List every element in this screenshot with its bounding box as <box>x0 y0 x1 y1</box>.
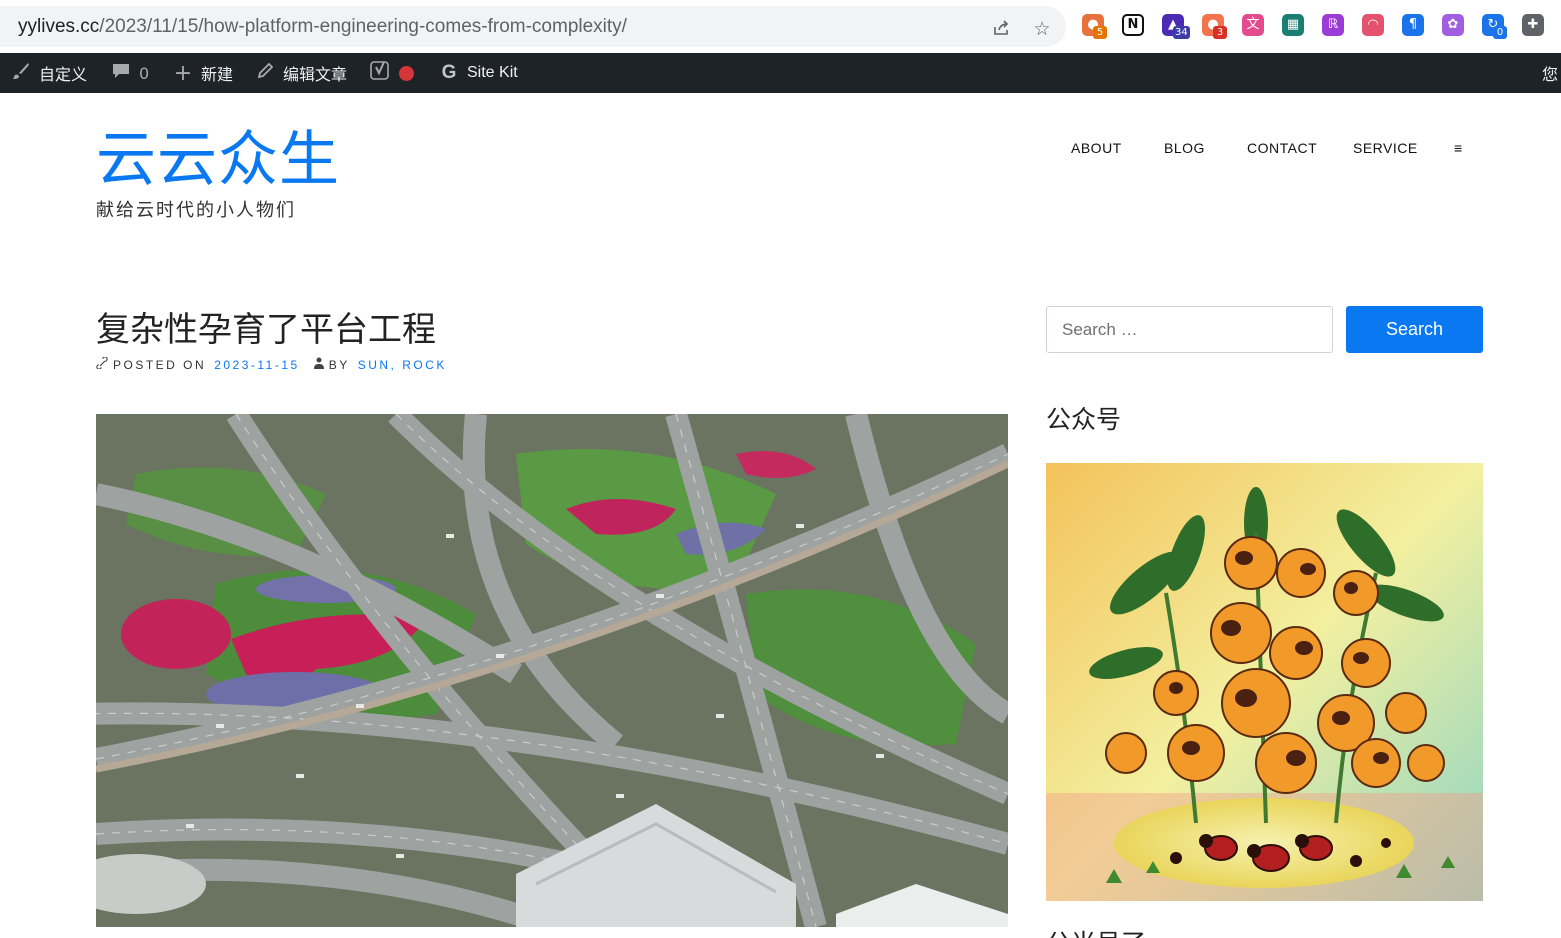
openai-ext-icon[interactable]: ✿ <box>1442 14 1464 36</box>
admin-new-label: 新建 <box>201 65 234 84</box>
link-icon <box>96 356 108 372</box>
notion-ext-icon[interactable]: N <box>1122 14 1144 36</box>
yoast-icon <box>370 60 392 87</box>
nav-menu-icon[interactable]: ≡ <box>1454 140 1463 156</box>
admin-customize[interactable]: 自定义 <box>10 53 87 93</box>
admin-edit-post[interactable]: 编辑文章 <box>254 53 347 93</box>
pencil-icon <box>254 62 276 85</box>
wp-admin-bar: 自定义 0 + 新建 编辑文章 G Site Kit 您 <box>0 53 1561 93</box>
wechat-qr-image <box>1046 463 1483 901</box>
admin-account[interactable]: 您 <box>1542 53 1558 93</box>
address-bar[interactable]: yylives.cc/2023/11/15/how-platform-engin… <box>0 6 1066 47</box>
grid-ext-icon[interactable]: ▦ <box>1282 14 1304 36</box>
post-featured-image <box>96 414 1008 927</box>
post-author-link[interactable]: SUN, ROCK <box>358 358 447 372</box>
url-path: /2023/11/15/how-platform-engineering-com… <box>99 16 627 37</box>
admin-yoast[interactable] <box>370 53 414 93</box>
plus-icon: + <box>173 60 193 86</box>
star-icon[interactable]: ☆ <box>1031 18 1053 40</box>
url-host: yylives.cc <box>18 16 100 37</box>
url-text[interactable]: yylives.cc/2023/11/15/how-platform-engin… <box>18 16 627 38</box>
post-meta: POSTED ON 2023-11-15 BY SUN, ROCK <box>96 356 447 372</box>
puzzle-ext-icon[interactable]: ✚ <box>1522 14 1544 36</box>
extension-badge: 34 <box>1173 26 1190 39</box>
admin-sitekit[interactable]: G Site Kit <box>438 53 518 93</box>
extension-badge: 0 <box>1493 26 1507 39</box>
lr-ext-icon[interactable]: ℝ <box>1322 14 1344 36</box>
brush-icon <box>10 62 32 85</box>
graduation-ext-icon[interactable]: ▲ 34 <box>1162 14 1190 39</box>
sync-ext-icon[interactable]: ↻ 0 <box>1482 14 1507 39</box>
admin-comments[interactable]: 0 <box>110 53 149 93</box>
extension-badge: 5 <box>1093 26 1107 39</box>
weibo-ext-icon[interactable]: ◠ <box>1362 14 1384 36</box>
widget-title-wechat: 公众号 <box>1046 405 1122 434</box>
comment-bubble-icon <box>110 62 132 85</box>
browser-toolbar: yylives.cc/2023/11/15/how-platform-engin… <box>0 0 1561 53</box>
admin-greeting: 您 <box>1542 65 1559 84</box>
share-icon[interactable] <box>990 18 1012 40</box>
by-label: BY <box>328 357 350 372</box>
chrome-ext-1-icon[interactable]: ● 5 <box>1082 14 1107 39</box>
translate-ext-icon[interactable]: 文 <box>1242 14 1264 36</box>
nav-service[interactable]: SERVICE <box>1353 140 1418 156</box>
admin-edit-label: 编辑文章 <box>283 65 348 84</box>
post-title: 复杂性孕育了平台工程 <box>96 310 436 350</box>
author-icon <box>313 357 324 372</box>
site-title[interactable]: 云云众生 <box>96 120 340 200</box>
seo-status-dot <box>399 65 414 81</box>
admin-new[interactable]: + 新建 <box>172 53 233 93</box>
chat-ext-icon[interactable]: ● 3 <box>1202 14 1227 39</box>
nav-contact[interactable]: CONTACT <box>1247 140 1317 156</box>
post-date-link[interactable]: 2023-11-15 <box>214 358 300 372</box>
nav-blog[interactable]: BLOG <box>1164 140 1205 156</box>
widget-title-2: 公当号了 <box>1046 924 1146 938</box>
admin-comments-count: 0 <box>139 63 150 83</box>
admin-sitekit-label: Site Kit <box>467 64 518 81</box>
google-g-icon: G <box>441 62 457 83</box>
admin-customize-label: 自定义 <box>39 65 88 84</box>
search-button[interactable]: Search <box>1346 306 1483 353</box>
nav-about[interactable]: ABOUT <box>1071 140 1122 156</box>
search-input[interactable] <box>1046 306 1333 353</box>
extension-badge: 3 <box>1213 26 1227 39</box>
site-description: 献给云时代的小人物们 <box>96 200 296 221</box>
posted-on-label: POSTED ON <box>113 357 207 372</box>
pilcrow-ext-icon[interactable]: ¶ <box>1402 14 1424 36</box>
